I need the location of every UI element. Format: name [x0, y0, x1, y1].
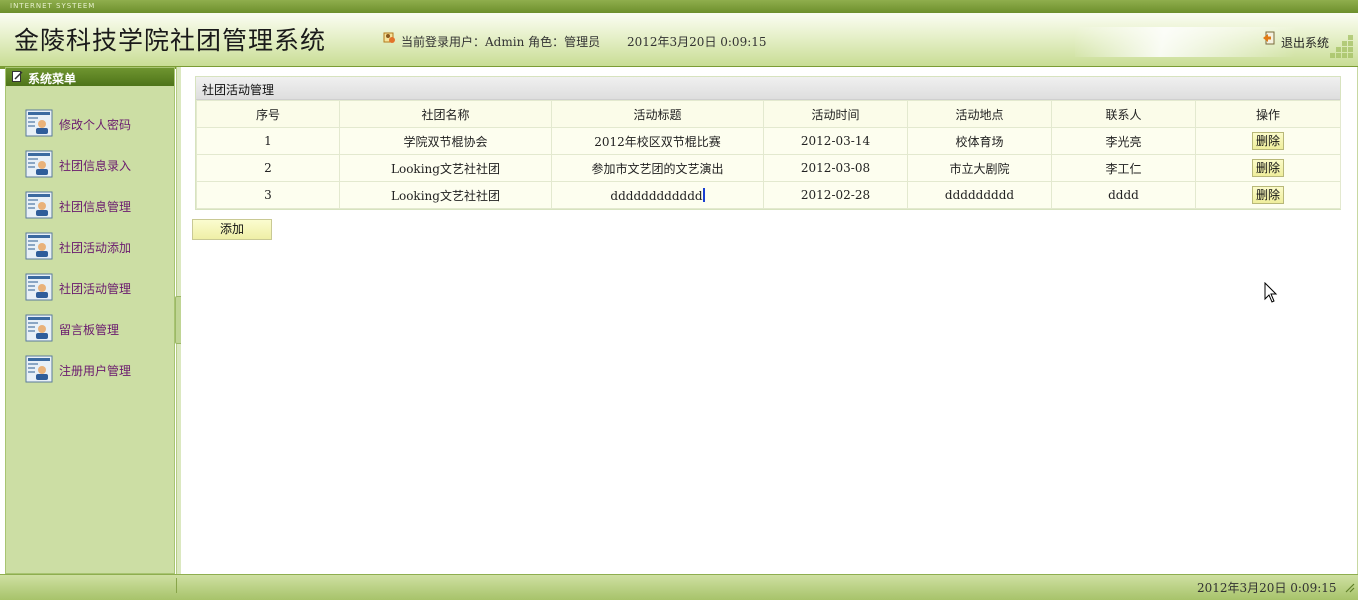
cell-club: Looking文艺社社团: [339, 181, 552, 209]
sidebar-item-message-board[interactable]: 留言板管理: [25, 314, 175, 344]
sidebar-item-label: 注册用户管理: [59, 364, 132, 378]
activity-table: 序号 社团名称 活动标题 活动时间 活动地点 联系人 操作 1 学院双节棍协会 …: [196, 100, 1341, 209]
cell-time: 2012-02-28: [763, 181, 908, 209]
mouse-cursor-icon: [1264, 282, 1278, 303]
cell-place: 市立大剧院: [907, 154, 1052, 182]
cell-no: 3: [196, 181, 340, 209]
text-caret: [702, 187, 705, 202]
sidebar-item-label: 社团活动管理: [59, 282, 132, 296]
form-user-icon: [25, 273, 53, 301]
column-header: 活动标题: [551, 100, 764, 128]
sidebar-item-label: 社团活动添加: [59, 241, 132, 255]
activity-panel: 社团活动管理 序号 社团名称 活动标题 活动时间 活动地点 联系人 操作 1 学…: [195, 76, 1341, 210]
user-info: 当前登录用户：Admin 角色：管理员: [401, 35, 601, 49]
cell-club: Looking文艺社社团: [339, 154, 552, 182]
menu-icon: [12, 71, 23, 82]
sidebar: 系统菜单 修改个人密码 社团信息录入 社团信息管理 社团活动添加 社团活动管理 …: [5, 67, 175, 574]
sidebar-item-label: 留言板管理: [59, 323, 120, 337]
cell-contact: 李工仁: [1051, 154, 1196, 182]
cell-time: 2012-03-14: [763, 127, 908, 155]
sidebar-item-label: 修改个人密码: [59, 118, 132, 132]
cell-club: 学院双节棍协会: [339, 127, 552, 155]
sidebar-item-label: 社团信息录入: [59, 159, 132, 173]
cell-title: 2012年校区双节棍比赛: [551, 127, 764, 155]
app-title: 金陵科技学院社团管理系统: [14, 26, 327, 55]
user-icon: [383, 32, 395, 43]
cell-no: 1: [196, 127, 340, 155]
cell-title-wrap: dddddddddddd: [551, 181, 764, 209]
form-user-icon: [25, 109, 53, 137]
form-user-icon: [25, 232, 53, 260]
top-strip-text: INTERNET SYSTEEM: [10, 2, 96, 10]
cell-place: 校体育场: [907, 127, 1052, 155]
footer-divider: [176, 578, 177, 593]
resize-grip-icon[interactable]: [1343, 581, 1355, 593]
cell-time: 2012-03-08: [763, 154, 908, 182]
delete-button[interactable]: 删除: [1252, 186, 1284, 204]
cell-contact: dddd: [1051, 181, 1196, 209]
sidebar-item-activity-add[interactable]: 社团活动添加: [25, 232, 175, 262]
table-header-row: 序号 社团名称 活动标题 活动时间 活动地点 联系人 操作: [196, 100, 1341, 128]
cell-title: dddddddddddd: [610, 188, 703, 203]
column-header: 社团名称: [339, 100, 552, 128]
delete-button[interactable]: 删除: [1252, 132, 1284, 150]
header: 金陵科技学院社团管理系统 当前登录用户：Admin 角色：管理员 2012年3月…: [0, 13, 1358, 69]
panel-title-bar: 社团活动管理: [196, 77, 1340, 100]
cell-no: 2: [196, 154, 340, 182]
column-header: 联系人: [1051, 100, 1196, 128]
sidebar-header: 系统菜单: [6, 68, 174, 86]
form-user-icon: [25, 314, 53, 342]
cell-action: 删除: [1195, 127, 1341, 155]
sidebar-title: 系统菜单: [28, 72, 77, 86]
top-strip: INTERNET SYSTEEM: [0, 0, 1358, 13]
panel-title: 社团活动管理: [202, 83, 275, 97]
main-content: 社团活动管理 序号 社团名称 活动标题 活动时间 活动地点 联系人 操作 1 学…: [181, 67, 1358, 574]
sidebar-item-label: 社团信息管理: [59, 200, 132, 214]
sidebar-item-user-manage[interactable]: 注册用户管理: [25, 355, 175, 385]
table-row: 2 Looking文艺社社团 参加市文艺团的文艺演出 2012-03-08 市立…: [196, 154, 1341, 182]
cell-action: 删除: [1195, 154, 1341, 182]
header-datetime: 2012年3月20日 0:09:15: [627, 35, 767, 49]
column-header: 活动时间: [763, 100, 908, 128]
column-header: 活动地点: [907, 100, 1052, 128]
sidebar-item-club-info-manage[interactable]: 社团信息管理: [25, 191, 175, 221]
table-row: 1 学院双节棍协会 2012年校区双节棍比赛 2012-03-14 校体育场 李…: [196, 127, 1341, 155]
table-row: 3 Looking文艺社社团 dddddddddddd 2012-02-28 d…: [196, 181, 1341, 209]
form-user-icon: [25, 191, 53, 219]
logout-label: 退出系统: [1281, 36, 1330, 50]
cell-contact: 李光亮: [1051, 127, 1196, 155]
form-user-icon: [25, 355, 53, 383]
cell-place: ddddddddd: [907, 181, 1052, 209]
column-header: 操作: [1195, 100, 1341, 128]
footer-datetime: 2012年3月20日 0:09:15: [1197, 581, 1337, 595]
sidebar-item-activity-manage[interactable]: 社团活动管理: [25, 273, 175, 303]
column-header: 序号: [196, 100, 340, 128]
sidebar-item-change-password[interactable]: 修改个人密码: [25, 109, 175, 139]
footer: 2012年3月20日 0:09:15: [0, 574, 1358, 600]
cell-title: 参加市文艺团的文艺演出: [551, 154, 764, 182]
add-button[interactable]: 添加: [192, 219, 272, 240]
sidebar-item-club-info-entry[interactable]: 社团信息录入: [25, 150, 175, 180]
delete-button[interactable]: 删除: [1252, 159, 1284, 177]
header-dots-decoration: [1330, 35, 1356, 61]
form-user-icon: [25, 150, 53, 178]
cell-action: 删除: [1195, 181, 1341, 209]
logout-icon: [1263, 31, 1275, 45]
